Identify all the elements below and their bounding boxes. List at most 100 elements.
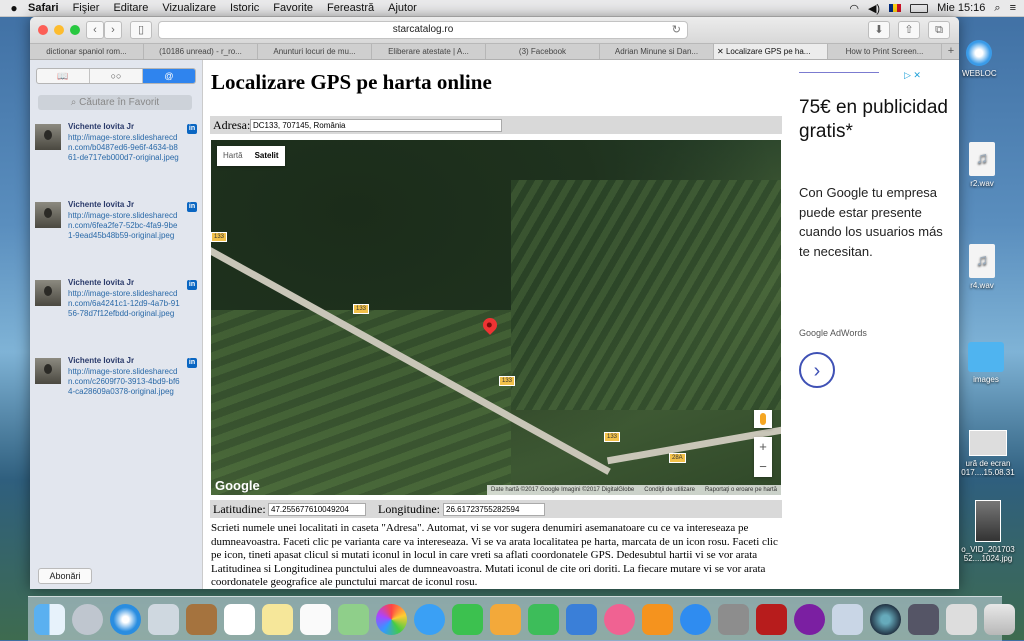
trash-icon[interactable] <box>984 603 1015 635</box>
latitude-label: Latitudine: <box>213 502 266 516</box>
minimized-window-icon[interactable] <box>946 603 977 635</box>
tab-1[interactable]: (10186 unread) - r_ro... <box>144 44 258 59</box>
link-url[interactable]: http://image-store.slidesharecdn.com/c26… <box>68 367 180 397</box>
menu-file[interactable]: Fişier <box>73 2 100 14</box>
preview-icon[interactable] <box>832 603 863 635</box>
shared-link-item[interactable]: Vichente Iovita Jr http://image-store.sl… <box>35 200 197 270</box>
address-bar[interactable]: starcatalog.ro ↻ <box>158 21 688 39</box>
shared-links-tab-icon[interactable]: @ <box>143 69 195 83</box>
battery-icon[interactable] <box>910 3 929 13</box>
avatar <box>35 124 61 150</box>
desktop-icon-screenshot[interactable]: ură de ecran 017....15.08.31 <box>956 430 1020 477</box>
contacts-icon[interactable] <box>186 603 217 635</box>
terms-link[interactable]: Condiţii de utilizare <box>644 485 695 495</box>
downloads-button[interactable]: ⬇ <box>868 21 890 39</box>
reading-list-tab-icon[interactable]: ○○ <box>90 69 143 83</box>
calendar-icon[interactable] <box>224 603 255 635</box>
safari-icon[interactable] <box>110 603 141 635</box>
minimized-window-icon[interactable] <box>908 603 939 635</box>
shared-link-item[interactable]: Vichente Iovita Jr http://image-store.sl… <box>35 122 197 192</box>
launchpad-icon[interactable] <box>72 603 103 635</box>
ad-headline[interactable]: 75€ en publicidad gratis* <box>799 96 949 144</box>
sidebar-search-input[interactable]: ⌕ Căutare în Favorit <box>38 95 192 110</box>
itunes-icon[interactable] <box>604 603 635 635</box>
menu-edit[interactable]: Editare <box>113 2 148 14</box>
finder-icon[interactable] <box>34 603 65 635</box>
zoom-in-button[interactable]: + <box>754 437 772 457</box>
sidebar-toggle-button[interactable]: ▯ <box>130 21 152 39</box>
back-button[interactable]: ‹ <box>86 21 104 39</box>
tab-4[interactable]: (3) Facebook <box>486 44 600 59</box>
map-type-map-button[interactable]: Hartă <box>217 146 249 166</box>
close-window-button[interactable] <box>38 25 48 35</box>
menu-history[interactable]: Istoric <box>230 2 259 14</box>
bookmarks-tab-icon[interactable]: 📖 <box>37 69 90 83</box>
wifi-icon[interactable]: ◠ <box>849 2 859 15</box>
menu-bookmarks[interactable]: Favorite <box>273 2 313 14</box>
reminders-icon[interactable] <box>300 603 331 635</box>
map-type-satellite-button[interactable]: Satelit <box>249 146 285 166</box>
app-store-icon[interactable] <box>680 603 711 635</box>
link-url[interactable]: http://image-store.slidesharecdn.com/6a4… <box>68 289 180 319</box>
numbers-icon[interactable] <box>528 603 559 635</box>
report-error-link[interactable]: Raportaţi o eroare pe hartă <box>705 485 777 495</box>
yahoo-messenger-icon[interactable] <box>794 603 825 635</box>
clock[interactable]: Mie 15:16 <box>937 2 985 14</box>
volume-icon[interactable]: ◀) <box>868 2 880 15</box>
shared-link-item[interactable]: Vichente Iovita Jr http://image-store.sl… <box>35 278 197 348</box>
adchoices-icon[interactable]: ▷ ✕ <box>904 70 921 81</box>
acrobat-icon[interactable] <box>756 603 787 635</box>
desktop-icon-r4[interactable]: ♫ r4.wav <box>962 244 1002 290</box>
messages-icon[interactable] <box>414 603 445 635</box>
zoom-out-button[interactable]: − <box>754 457 772 477</box>
zoom-window-button[interactable] <box>70 25 80 35</box>
tab-6-active[interactable]: ✕ Localizare GPS pe ha... <box>714 44 828 59</box>
link-url[interactable]: http://image-store.slidesharecdn.com/6fe… <box>68 211 180 241</box>
menu-safari[interactable]: Safari <box>28 2 59 14</box>
keynote-icon[interactable] <box>566 603 597 635</box>
address-input[interactable] <box>250 119 502 132</box>
latitude-field[interactable] <box>268 503 366 516</box>
ibooks-icon[interactable] <box>642 603 673 635</box>
google-earth-icon[interactable] <box>870 603 901 635</box>
tab-5[interactable]: Adrian Minune si Dan... <box>600 44 714 59</box>
menu-view[interactable]: Vizualizare <box>162 2 216 14</box>
photos-icon[interactable] <box>376 603 407 635</box>
shared-link-item[interactable]: Vichente Iovita Jr http://image-store.sl… <box>35 356 197 426</box>
subscriptions-button[interactable]: Abonări <box>38 568 92 584</box>
facetime-icon[interactable] <box>452 603 483 635</box>
satellite-map[interactable]: 133 133 133 133 28A Hartă Satelit + − Go… <box>211 140 781 495</box>
minimize-window-button[interactable] <box>54 25 64 35</box>
desktop-icon-webloc[interactable]: WEBLOC <box>962 40 997 78</box>
advertisement[interactable]: ▷ ✕ 75€ en publicidad gratis* Con Google… <box>799 60 959 589</box>
desktop-icon-images[interactable]: images <box>962 342 1010 384</box>
tab-7[interactable]: How to Print Screen... <box>828 44 942 59</box>
ad-arrow-button[interactable]: › <box>799 352 835 388</box>
menu-window[interactable]: Fereastră <box>327 2 374 14</box>
flag-icon[interactable] <box>889 4 902 12</box>
mail-icon[interactable] <box>148 603 179 635</box>
tab-3[interactable]: Eliberare atestate | A... <box>372 44 486 59</box>
desktop-icon-video[interactable]: o_VID_201703 52....1024.jpg <box>956 500 1020 563</box>
tab-2[interactable]: Anunturi locuri de mu... <box>258 44 372 59</box>
share-button[interactable]: ⇧ <box>898 21 920 39</box>
tab-close-icon[interactable]: ✕ <box>717 47 726 56</box>
street-view-pegman-icon[interactable] <box>754 410 772 428</box>
system-preferences-icon[interactable] <box>718 603 749 635</box>
tabs-overview-button[interactable]: ⧉ <box>928 21 950 39</box>
link-url[interactable]: http://image-store.slidesharecdn.com/b04… <box>68 133 180 163</box>
forward-button[interactable]: › <box>104 21 122 39</box>
maps-icon[interactable] <box>338 603 369 635</box>
longitude-field[interactable] <box>443 503 545 516</box>
menu-help[interactable]: Ajutor <box>388 2 417 14</box>
apple-menu-icon[interactable]: ● <box>0 1 28 15</box>
desktop-icon-r2[interactable]: ♫ r2.wav <box>962 142 1002 188</box>
pages-icon[interactable] <box>490 603 521 635</box>
notes-icon[interactable] <box>262 603 293 635</box>
menu-list-icon[interactable]: ≡ <box>1010 2 1016 14</box>
reload-icon[interactable]: ↻ <box>672 22 681 38</box>
search-icon[interactable]: ⌕ <box>994 2 1000 15</box>
road-label: 28A <box>669 453 686 463</box>
tab-0[interactable]: dictionar spaniol rom... <box>30 44 144 59</box>
new-tab-icon[interactable]: + <box>942 44 959 59</box>
